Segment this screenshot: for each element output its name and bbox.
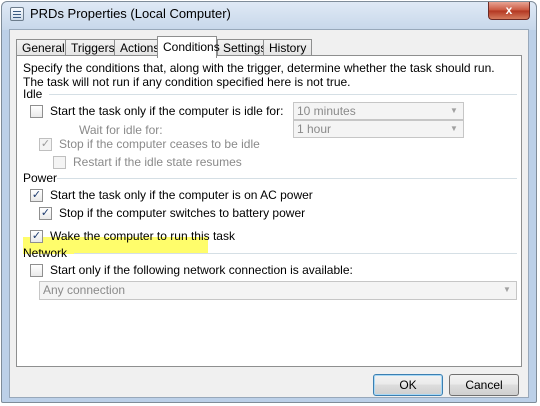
wake-computer-checkbox[interactable]: ✓ <box>30 230 43 243</box>
idle-duration-value: 10 minutes <box>297 104 356 118</box>
checkmark-icon: ✓ <box>40 207 51 219</box>
idle-separator <box>49 94 517 95</box>
dialog-client-area: General Triggers Actions Conditions Sett… <box>9 29 529 398</box>
task-properties-icon <box>10 7 24 21</box>
stop-if-not-idle-checkbox[interactable]: ✓ <box>39 138 52 151</box>
network-connection-combo[interactable]: Any connection ▼ <box>39 281 517 300</box>
close-icon: x <box>505 3 513 17</box>
chevron-down-icon: ▼ <box>450 124 458 133</box>
checkmark-icon: ✓ <box>31 230 42 242</box>
wait-duration-combo[interactable]: 1 hour ▼ <box>293 120 464 138</box>
power-section-header: Power <box>23 171 58 185</box>
idle-section-header: Idle <box>23 87 43 101</box>
wait-duration-value: 1 hour <box>297 122 332 136</box>
network-separator <box>74 253 517 254</box>
restart-if-idle-label: Restart if the idle state resumes <box>73 155 242 169</box>
restart-if-idle-checkbox[interactable] <box>53 156 66 169</box>
wait-for-idle-label: Wait for idle for: <box>79 123 163 137</box>
wake-computer-label: Wake the computer to run this task <box>50 229 235 243</box>
ac-power-checkbox[interactable]: ✓ <box>30 189 43 202</box>
cancel-button[interactable]: Cancel <box>449 374 519 396</box>
network-section-header: Network <box>23 246 68 260</box>
tab-conditions[interactable]: Conditions <box>157 36 220 58</box>
start-if-idle-checkbox[interactable] <box>30 105 43 118</box>
battery-stop-label: Stop if the computer switches to battery… <box>59 206 306 220</box>
ok-button[interactable]: OK <box>373 374 443 396</box>
chevron-down-icon: ▼ <box>450 106 458 115</box>
network-label: Start only if the following network conn… <box>50 263 353 277</box>
checkmark-icon: ✓ <box>40 138 51 150</box>
battery-stop-checkbox[interactable]: ✓ <box>39 207 52 220</box>
ac-power-label: Start the task only if the computer is o… <box>50 188 313 202</box>
power-separator <box>57 178 517 179</box>
window-title: PRDs Properties (Local Computer) <box>30 6 231 21</box>
properties-window: PRDs Properties (Local Computer) x Gener… <box>1 1 537 403</box>
stop-if-not-idle-label: Stop if the computer ceases to be idle <box>59 137 260 151</box>
network-checkbox[interactable] <box>30 264 43 277</box>
idle-duration-combo[interactable]: 10 minutes ▼ <box>293 102 464 120</box>
conditions-description: Specify the conditions that, along with … <box>23 61 495 89</box>
title-bar[interactable]: PRDs Properties (Local Computer) x <box>2 2 536 28</box>
conditions-tab-page: Specify the conditions that, along with … <box>16 55 522 367</box>
chevron-down-icon: ▼ <box>503 285 511 294</box>
start-if-idle-label: Start the task only if the computer is i… <box>50 104 284 118</box>
close-button[interactable]: x <box>488 2 530 20</box>
network-connection-value: Any connection <box>43 283 126 297</box>
checkmark-icon: ✓ <box>31 189 42 201</box>
